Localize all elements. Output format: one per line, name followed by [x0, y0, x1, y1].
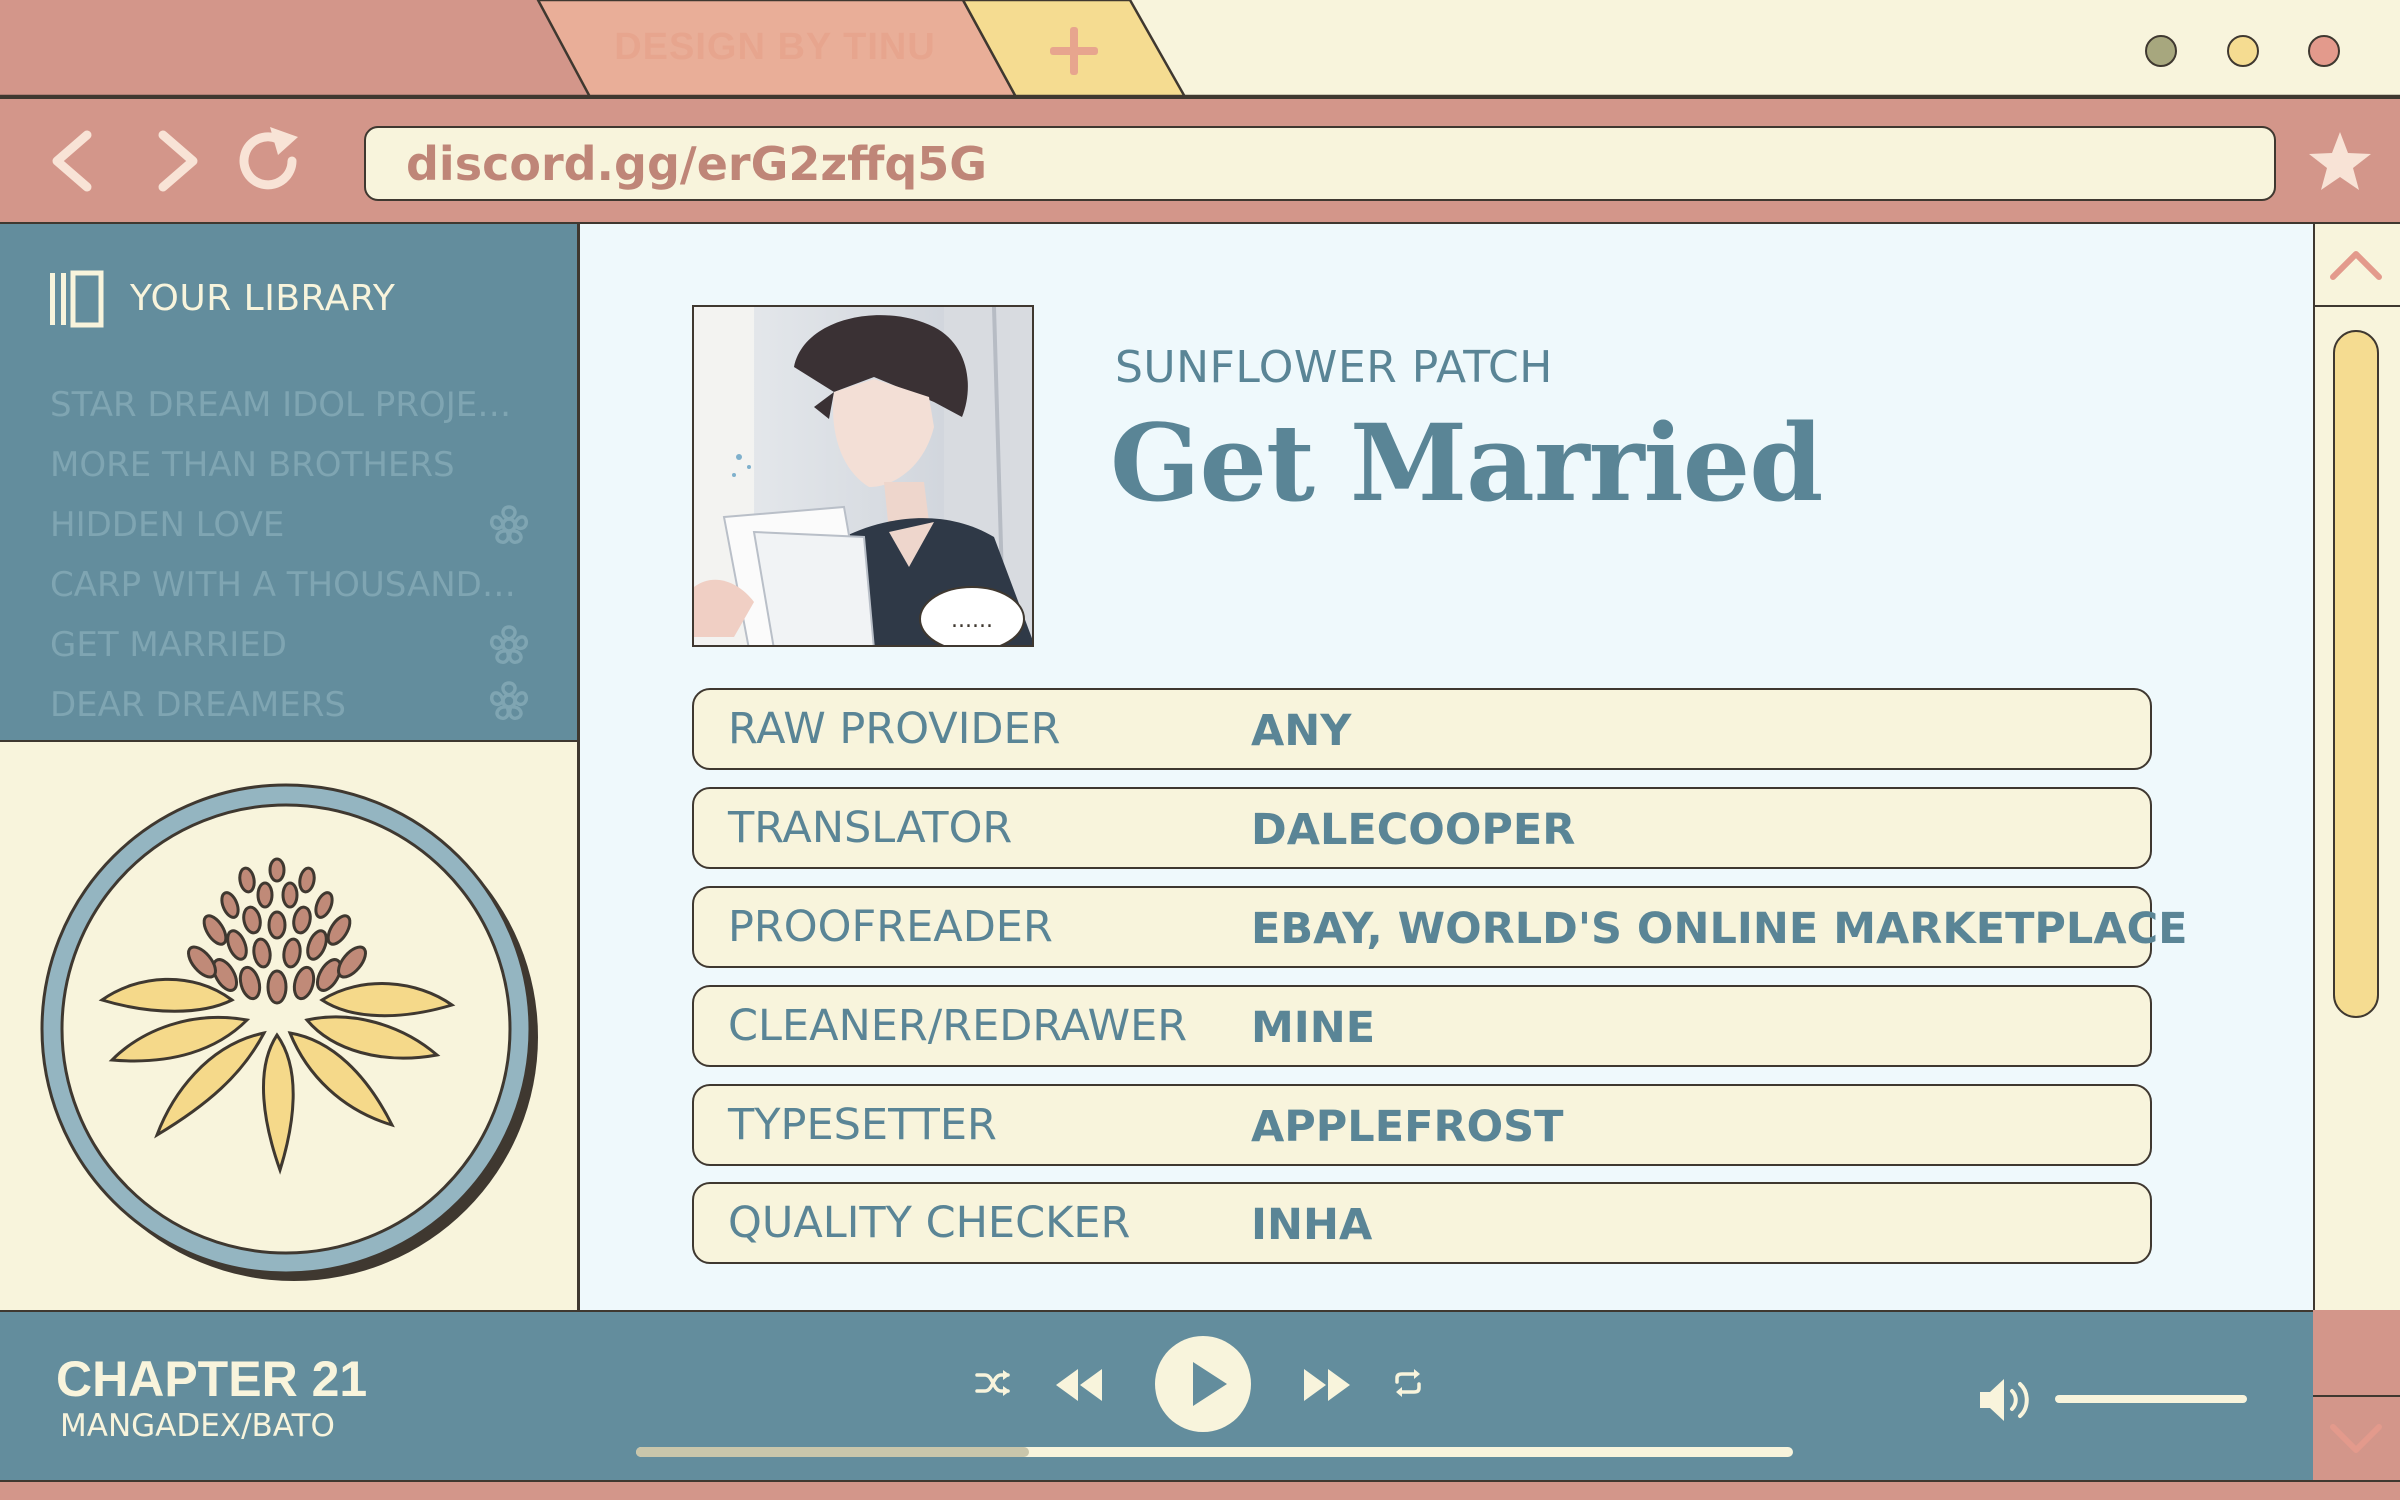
bookmark-button[interactable]	[2305, 126, 2375, 196]
navigation-bar: discord.gg/erG2zffq5G	[0, 97, 2400, 222]
credit-name: APPLEFROST	[1251, 1102, 1564, 1152]
chevron-up-icon	[2330, 251, 2382, 280]
library-item-dear-dreamers[interactable]: DEAR DREAMERS	[50, 685, 540, 733]
credit-row-raw-provider: RAW PROVIDER ANY	[692, 688, 2152, 770]
credit-name: INHA	[1251, 1200, 1373, 1250]
credit-name: ANY	[1251, 706, 1352, 756]
chevron-left-icon	[52, 130, 92, 192]
credit-role: QUALITY CHECKER	[728, 1198, 1131, 1248]
library-item-hidden-love[interactable]: HIDDEN LOVE	[50, 505, 540, 553]
fast-forward-icon[interactable]	[1302, 1365, 1354, 1405]
library-title: YOUR LIBRARY	[130, 278, 396, 319]
library-item-label: STAR DREAM IDOL PROJECT	[50, 385, 520, 425]
library-item-star-dream[interactable]: STAR DREAM IDOL PROJECT	[50, 385, 540, 433]
new-tab-button[interactable]	[1035, 20, 1110, 80]
cover-image: ......	[692, 305, 1034, 647]
series-title: Get Married	[1110, 400, 1823, 525]
star-icon	[2309, 132, 2371, 190]
shuffle-icon[interactable]	[975, 1368, 1011, 1398]
scrollbar-thumb[interactable]	[2333, 330, 2379, 1018]
window-dot-red[interactable]	[2308, 35, 2340, 67]
back-button[interactable]	[35, 121, 115, 201]
scroll-up-button[interactable]	[2313, 222, 2400, 307]
window-dot-green[interactable]	[2145, 35, 2177, 67]
credit-row-cleaner: CLEANER/REDRAWER MINE	[692, 985, 2152, 1067]
credit-name: EBAY, WORLD'S ONLINE MARKETPLACE	[1251, 904, 2188, 954]
library-item-carp[interactable]: CARP WITH A THOUSAND E...	[50, 565, 540, 613]
rewind-icon[interactable]	[1052, 1365, 1104, 1405]
credit-role: RAW PROVIDER	[728, 704, 1061, 754]
chapter-source: MANGADEX/BATO	[60, 1408, 335, 1444]
tab-strip: DESIGN BY TINU	[0, 0, 2400, 97]
volume-slider[interactable]	[2055, 1395, 2247, 1403]
library-icon	[50, 270, 104, 328]
forward-button[interactable]	[135, 121, 215, 201]
group-name: SUNFLOWER PATCH	[1115, 342, 1553, 393]
cover-illustration: ......	[694, 307, 1032, 645]
credit-name: MINE	[1251, 1003, 1376, 1053]
credit-role: TYPESETTER	[728, 1100, 997, 1150]
url-input[interactable]: discord.gg/erG2zffq5G	[364, 126, 2276, 201]
volume-icon[interactable]	[1978, 1375, 2042, 1425]
reload-icon	[239, 127, 298, 190]
library-item-label: CARP WITH A THOUSAND E...	[50, 565, 520, 605]
library-item-label: DEAR DREAMERS	[50, 685, 346, 725]
credit-role: TRANSLATOR	[728, 803, 1013, 853]
flower-icon	[489, 505, 529, 544]
play-button[interactable]	[1155, 1336, 1251, 1432]
flower-icon	[489, 681, 529, 720]
credit-name: DALECOOPER	[1251, 805, 1576, 855]
credit-row-typesetter: TYPESETTER APPLEFROST	[692, 1084, 2152, 1166]
credit-role: PROOFREADER	[728, 902, 1053, 952]
progress-fill	[636, 1447, 1029, 1457]
bottom-strip	[0, 1480, 2400, 1500]
library-item-get-married[interactable]: GET MARRIED	[50, 625, 540, 673]
library-item-label: GET MARRIED	[50, 625, 287, 665]
chevron-right-icon	[158, 130, 198, 192]
window-dot-yellow[interactable]	[2227, 35, 2259, 67]
cover-speech-text: ......	[951, 608, 993, 633]
repeat-icon[interactable]	[1393, 1368, 1423, 1398]
credit-role: CLEANER/REDRAWER	[728, 1001, 1188, 1051]
library-item-label: MORE THAN BROTHERS	[50, 445, 455, 485]
reload-button[interactable]	[230, 121, 310, 201]
flower-icon	[489, 625, 529, 664]
play-icon	[1193, 1362, 1227, 1406]
credit-row-translator: TRANSLATOR DALECOOPER	[692, 787, 2152, 869]
tab-strip-shapes	[0, 0, 2400, 97]
library-item-more-than-brothers[interactable]: MORE THAN BROTHERS	[50, 445, 540, 493]
tab-active[interactable]: DESIGN BY TINU	[540, 12, 1010, 82]
chevron-down-icon	[2330, 1424, 2382, 1453]
chapter-title: CHAPTER 21	[56, 1351, 368, 1407]
credit-row-quality-checker: QUALITY CHECKER INHA	[692, 1182, 2152, 1264]
library-item-label: HIDDEN LOVE	[50, 505, 285, 545]
credit-row-proofreader: PROOFREADER EBAY, WORLD'S ONLINE MARKETP…	[692, 886, 2188, 968]
sunflower-emblem	[40, 783, 538, 1281]
scroll-down-button[interactable]	[2313, 1395, 2400, 1480]
